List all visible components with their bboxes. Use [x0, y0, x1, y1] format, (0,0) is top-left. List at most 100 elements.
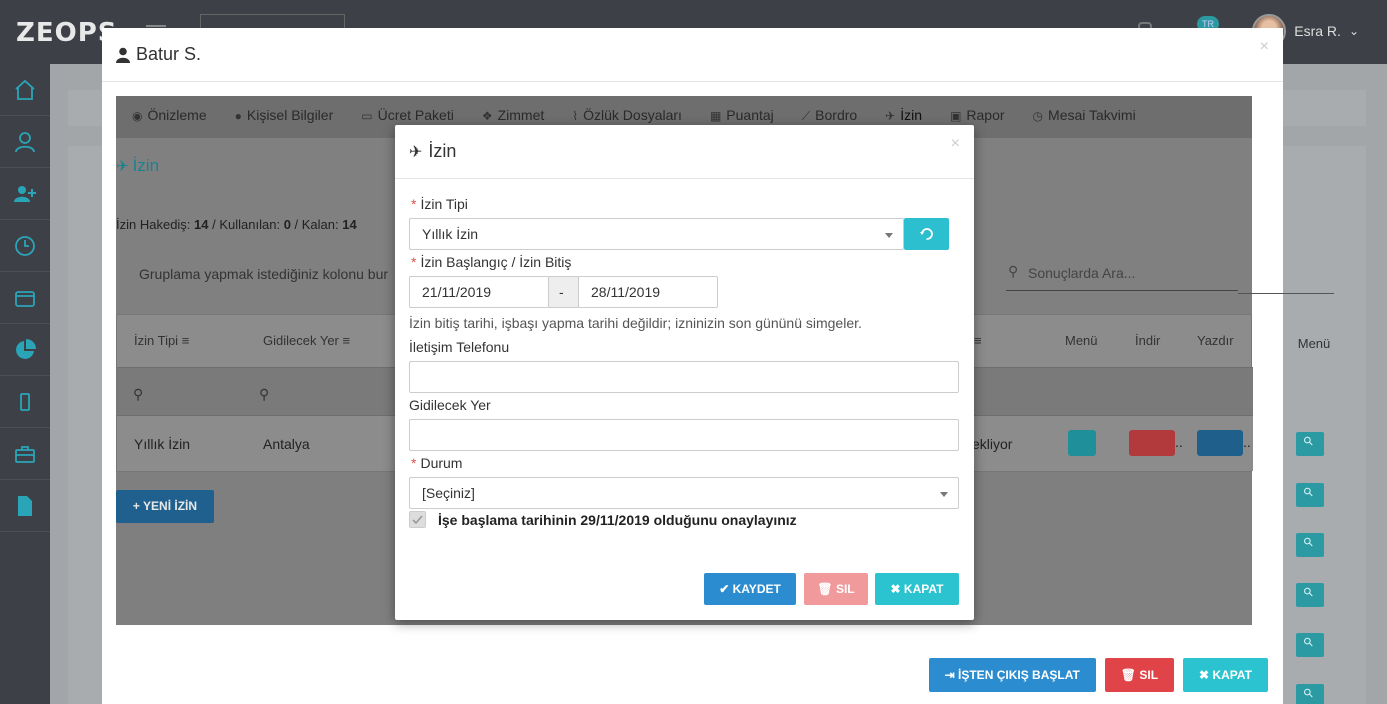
button-label: KAPAT	[1212, 668, 1252, 682]
tab-kisisel-bilgiler[interactable]: ● Kişisel Bilgiler	[235, 96, 334, 138]
cell-gidilecek-yer: Antalya	[263, 436, 310, 452]
sidebar-item-home[interactable]	[0, 64, 50, 116]
tab-label: Ücret Paketi	[377, 107, 454, 123]
background-menu-button[interactable]	[1296, 533, 1324, 557]
background-menu-button[interactable]	[1296, 583, 1324, 607]
user-name: Esra R.	[1294, 23, 1341, 39]
select-value: [Seçiniz]	[422, 485, 475, 501]
search-icon[interactable]: ⚲	[259, 386, 269, 403]
sidebar-item-mobile[interactable]	[0, 376, 50, 428]
line-chart-icon: ⟋	[801, 109, 811, 123]
column-header-menu: Menü	[1065, 333, 1098, 348]
clock-icon: ◷	[1032, 109, 1044, 123]
save-button[interactable]: ✔ KAYDET	[704, 573, 796, 605]
chevron-down-icon: ⌄	[1348, 24, 1359, 38]
row-download-button[interactable]	[1129, 430, 1175, 456]
filter-icon[interactable]: ≡	[182, 333, 190, 348]
confirm-label: İşe başlama tarihinin 29/11/2019 olduğun…	[438, 512, 797, 528]
tab-mesai-takvimi[interactable]: ◷ Mesai Takvimi	[1033, 96, 1136, 138]
close-icon: ✖	[890, 582, 904, 596]
leave-modal: ✈ İzin × * İzin Tipi Yıllık İzin * İzin Ba…	[395, 125, 974, 620]
close-icon: ✖	[1199, 668, 1213, 682]
background-menu-button[interactable]	[1296, 633, 1324, 657]
tab-label: Bordro	[815, 107, 858, 123]
background-menu-button[interactable]	[1296, 483, 1324, 507]
tab-onizleme[interactable]: ◉ Önizleme	[132, 96, 207, 138]
results-search-input[interactable]: ⚲ Sonuçlarda Ara...	[1006, 261, 1238, 291]
izin-tipi-label: * İzin Tipi	[411, 196, 468, 212]
column-header-gidilecek-yer[interactable]: Gidilecek Yer ≡	[263, 333, 350, 348]
izin-tipi-select[interactable]: Yıllık İzin	[409, 218, 904, 250]
money-icon: ▭	[361, 109, 373, 123]
cell-izin-tipi: Yıllık İzin	[134, 436, 191, 452]
kalan-label: / Kalan:	[290, 217, 339, 232]
status-select[interactable]: [Seçiniz]	[409, 477, 959, 509]
close-button[interactable]: ✖ KAPAT	[875, 573, 959, 605]
date-hint: İzin bitiş tarihi, işbaşı yapma tarihi d…	[409, 315, 862, 331]
hakedis-value: 14	[194, 217, 209, 232]
check-icon	[412, 515, 423, 525]
group-by-hint: Gruplama yapmak istediğiniz kolonu bur	[139, 266, 389, 282]
phone-input[interactable]	[409, 361, 959, 393]
ellipsis: ..	[1175, 434, 1183, 450]
sidebar-item-documents[interactable]	[0, 480, 50, 532]
close-button[interactable]: ✖ KAPAT	[1183, 658, 1268, 692]
phone-label: İletişim Telefonu	[409, 339, 510, 355]
close-icon[interactable]: ×	[951, 135, 960, 153]
cubes-icon: ❖	[481, 109, 493, 123]
required-marker: *	[411, 455, 417, 471]
search-icon: ⚲	[1008, 263, 1019, 279]
sidebar-item-wallet[interactable]	[0, 272, 50, 324]
close-icon[interactable]: ×	[1260, 38, 1269, 56]
employee-modal-footer: ⇥ İŞTEN ÇIKIŞ BAŞLAT 🗑 SIL ✖ KAPAT	[928, 658, 1268, 692]
filter-icon[interactable]: ≡	[343, 333, 351, 348]
label-text: İzin Başlangıç / İzin Bitiş	[420, 254, 572, 270]
column-header-izin-tipi[interactable]: İzin Tipi ≡	[134, 333, 189, 348]
row-menu-button[interactable]	[1068, 430, 1096, 456]
wallet-icon	[15, 290, 35, 307]
trash-icon: 🗑	[817, 582, 836, 596]
new-leave-button[interactable]: + YENİ İZİN	[116, 490, 214, 523]
filter-icon[interactable]: ≡	[974, 333, 982, 348]
sidebar-item-add-employee[interactable]	[0, 168, 50, 220]
leave-summary: İzin Hakediş: 14 / Kullanılan: 0 / Kalan…	[116, 217, 357, 232]
sidebar-item-employees[interactable]	[0, 116, 50, 168]
button-label: KAPAT	[903, 582, 944, 596]
refresh-button[interactable]	[904, 218, 949, 250]
tab-label: Rapor	[966, 107, 1005, 123]
start-date-input[interactable]: 21/11/2019	[409, 276, 549, 308]
delete-button[interactable]: 🗑 SIL	[804, 573, 868, 605]
cell-durum: ekliyor	[972, 436, 1013, 452]
background-menu-button[interactable]	[1296, 432, 1324, 456]
chevron-down-icon	[885, 233, 893, 238]
delete-button[interactable]: 🗑 SIL	[1104, 658, 1175, 692]
section-title-text: İzin	[132, 156, 160, 175]
end-date-input[interactable]: 28/11/2019	[578, 276, 718, 308]
confirm-checkbox[interactable]	[409, 511, 426, 528]
pie-chart-icon	[16, 338, 36, 359]
sidebar-item-time[interactable]	[0, 220, 50, 272]
required-marker: *	[411, 254, 417, 270]
exit-process-button[interactable]: ⇥ İŞTEN ÇIKIŞ BAŞLAT	[928, 658, 1096, 692]
sidebar-item-briefcase[interactable]	[0, 428, 50, 480]
background-menu-button[interactable]	[1296, 684, 1324, 704]
briefcase-icon	[15, 445, 35, 463]
search-underline	[1238, 293, 1334, 294]
home-icon	[15, 79, 35, 100]
refresh-icon	[920, 228, 933, 240]
row-print-button[interactable]	[1197, 430, 1243, 456]
search-icon[interactable]: ⚲	[133, 386, 143, 403]
search-placeholder: Sonuçlarda Ara...	[1028, 265, 1136, 281]
section-title: ✈ İzin	[116, 156, 159, 176]
date-separator: -	[548, 276, 579, 308]
plane-icon: ✈	[885, 109, 896, 123]
sidebar	[0, 64, 50, 704]
tab-label: İzin	[900, 107, 923, 123]
required-marker: *	[411, 196, 417, 212]
ellipsis: ..	[1243, 434, 1251, 450]
kullanilan-value: 0	[283, 217, 291, 232]
users-icon	[15, 131, 35, 152]
button-label: İŞTEN ÇIKIŞ BAŞLAT	[958, 668, 1080, 682]
destination-input[interactable]	[409, 419, 959, 451]
sidebar-item-reports[interactable]	[0, 324, 50, 376]
